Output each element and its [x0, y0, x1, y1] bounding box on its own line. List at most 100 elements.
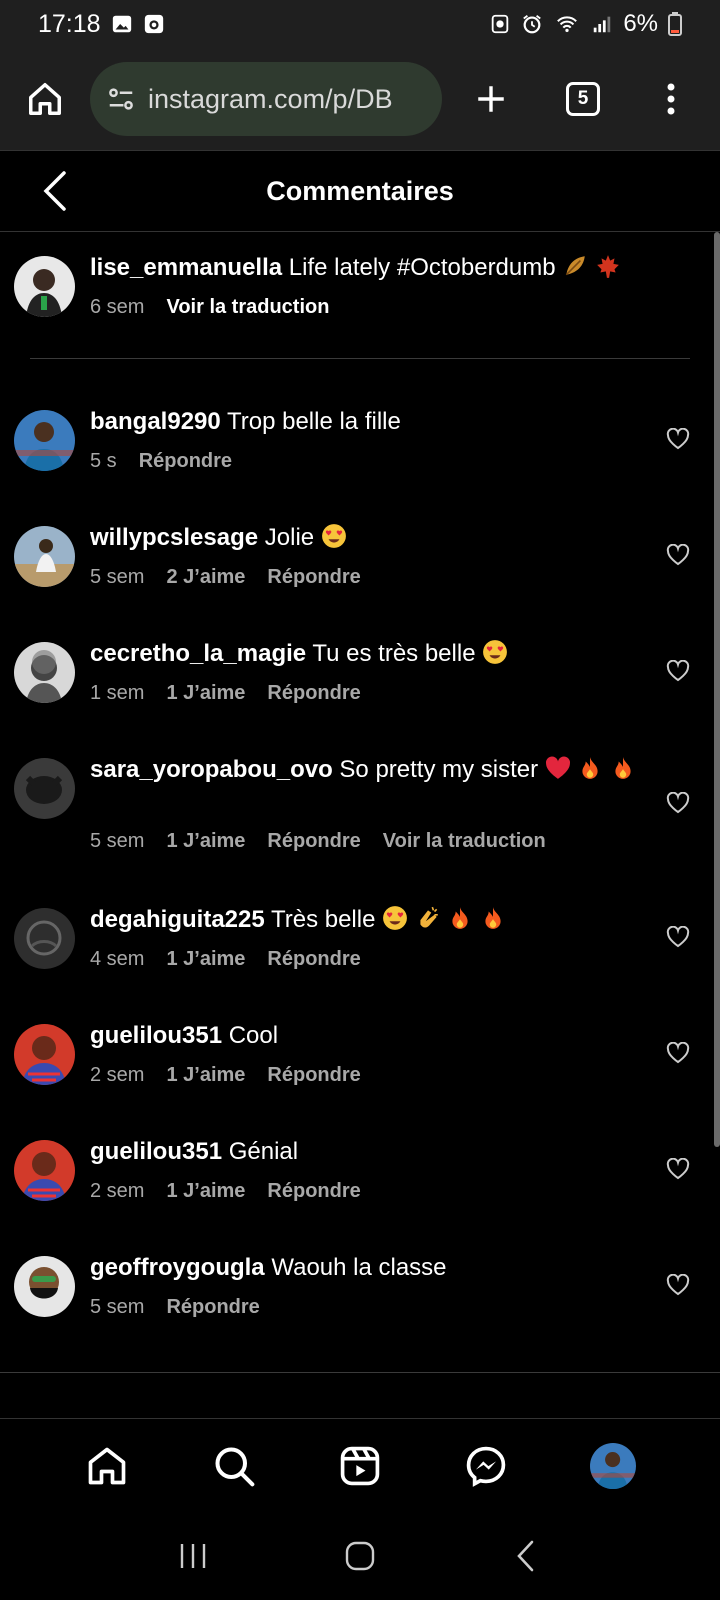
likes-count[interactable]: 1 J’aime — [166, 1064, 245, 1087]
reels-icon — [340, 1446, 380, 1485]
avatar[interactable] — [14, 758, 75, 819]
gallery-icon — [112, 15, 131, 33]
comment-time: 5 s — [90, 450, 117, 472]
reply-button[interactable]: Répondre — [166, 1296, 259, 1319]
heart-icon[interactable] — [666, 1158, 690, 1180]
avatar[interactable] — [14, 526, 75, 587]
heart-icon[interactable] — [666, 544, 690, 566]
home-icon — [29, 83, 61, 115]
tab-count: 5 — [566, 82, 600, 116]
heart-eyes-emoji — [383, 906, 408, 930]
heart-icon[interactable] — [666, 1042, 690, 1064]
comment-time: 5 sem — [90, 830, 145, 852]
avatar[interactable] — [14, 642, 75, 703]
comment-username[interactable]: guelilou351 — [90, 1022, 222, 1049]
nav-home[interactable] — [83, 1442, 131, 1490]
comment-username[interactable]: degahiguita225 — [90, 906, 265, 933]
comment-text: So pretty my sister — [339, 756, 539, 783]
translate-link[interactable]: Voir la traduction — [383, 830, 546, 853]
battery-percent: 6% — [623, 10, 658, 37]
likes-count[interactable]: 1 J’aime — [166, 682, 245, 705]
caption-time: 6 sem — [90, 296, 145, 318]
comment-time: 2 sem — [90, 1064, 145, 1086]
url-bar[interactable]: instagram.com/p/DB — [90, 62, 442, 136]
fire-emoji — [485, 907, 501, 929]
recycle-icon — [492, 14, 509, 34]
comment-username[interactable]: willypcslesage — [90, 524, 258, 551]
back-button[interactable] — [36, 169, 76, 213]
avatar[interactable] — [14, 1024, 75, 1085]
url-text: instagram.com/p/DB — [148, 83, 393, 114]
browser-menu-button[interactable] — [646, 74, 696, 124]
nav-reels[interactable] — [336, 1442, 384, 1490]
divider — [0, 1372, 720, 1373]
nav-messenger[interactable] — [462, 1442, 510, 1490]
system-home-button[interactable] — [336, 1532, 384, 1580]
maple-leaf-emoji — [597, 255, 619, 278]
nav-profile[interactable] — [589, 1442, 637, 1490]
fire-emoji — [452, 907, 469, 929]
comment-meta: 2 sem 1 J’aime Répondre — [90, 1064, 361, 1087]
heart-icon[interactable] — [666, 660, 690, 682]
new-tab-button[interactable] — [466, 74, 516, 124]
caption-text: lise_emmanuella Life lately #Octoberdumb — [90, 252, 660, 284]
reply-button[interactable]: Répondre — [267, 1064, 360, 1087]
comment-time: 5 sem — [90, 566, 145, 588]
comment-username[interactable]: bangal9290 — [90, 408, 221, 435]
heart-icon[interactable] — [666, 792, 690, 814]
reply-button[interactable]: Répondre — [267, 1180, 360, 1203]
alarm-icon — [523, 15, 542, 34]
likes-count[interactable]: 2 J’aime — [166, 566, 245, 589]
comment-meta: 5 sem 2 J’aime Répondre — [90, 566, 361, 589]
heart-icon[interactable] — [666, 1274, 690, 1296]
site-settings-icon[interactable] — [106, 84, 136, 114]
comment-text: Jolie — [264, 524, 315, 551]
comment-time: 5 sem — [90, 1296, 145, 1318]
browser-home-button[interactable] — [20, 74, 70, 124]
status-time: 17:18 — [38, 9, 101, 38]
tabs-button[interactable]: 5 — [558, 74, 608, 124]
fire-emoji — [615, 757, 631, 779]
divider — [30, 358, 690, 359]
comment-username[interactable]: sara_yoropabou_ovo — [90, 756, 333, 783]
comment-username[interactable]: geoffroygougla — [90, 1254, 265, 1281]
home-circle-icon — [345, 1541, 375, 1571]
nav-search[interactable] — [210, 1442, 258, 1490]
likes-count[interactable]: 1 J’aime — [166, 1180, 245, 1203]
system-nav-bar — [0, 1512, 720, 1600]
comment-username[interactable]: guelilou351 — [90, 1138, 222, 1165]
caption-translate-link[interactable]: Voir la traduction — [166, 296, 329, 319]
bottom-nav — [0, 1418, 720, 1512]
reply-button[interactable]: Répondre — [267, 948, 360, 971]
menu-icon — [667, 83, 675, 115]
avatar[interactable] — [14, 1256, 75, 1317]
reply-button[interactable]: Répondre — [267, 566, 360, 589]
reply-button[interactable]: Répondre — [267, 682, 360, 705]
recents-button[interactable] — [169, 1532, 217, 1580]
comment-text: Génial — [228, 1138, 299, 1165]
page-title: Commentaires — [266, 175, 454, 206]
back-icon — [516, 1540, 533, 1572]
system-back-button[interactable] — [503, 1532, 551, 1580]
avatar[interactable] — [14, 256, 75, 317]
avatar[interactable] — [14, 908, 75, 969]
caption-username[interactable]: lise_emmanuella — [90, 254, 282, 281]
comment-username[interactable]: cecretho_la_magie — [90, 640, 306, 667]
comment-text: Tu es très belle — [312, 640, 476, 667]
avatar[interactable] — [14, 1140, 75, 1201]
comment-text: Cool — [228, 1022, 279, 1049]
likes-count[interactable]: 1 J’aime — [166, 830, 245, 853]
likes-count[interactable]: 1 J’aime — [166, 948, 245, 971]
fire-emoji — [582, 757, 599, 779]
chevron-left-icon — [43, 171, 66, 211]
caption-meta: 6 sem Voir la traduction — [90, 296, 329, 319]
avatar[interactable] — [14, 410, 75, 471]
reply-button[interactable]: Répondre — [139, 450, 232, 473]
heart-icon[interactable] — [666, 926, 690, 948]
heart-icon[interactable] — [666, 428, 690, 450]
comment-time: 2 sem — [90, 1180, 145, 1202]
reply-button[interactable]: Répondre — [267, 830, 360, 853]
status-bar: 17:18 6% — [0, 0, 720, 48]
comment-time: 4 sem — [90, 948, 145, 970]
new-tab-icon — [478, 86, 504, 112]
